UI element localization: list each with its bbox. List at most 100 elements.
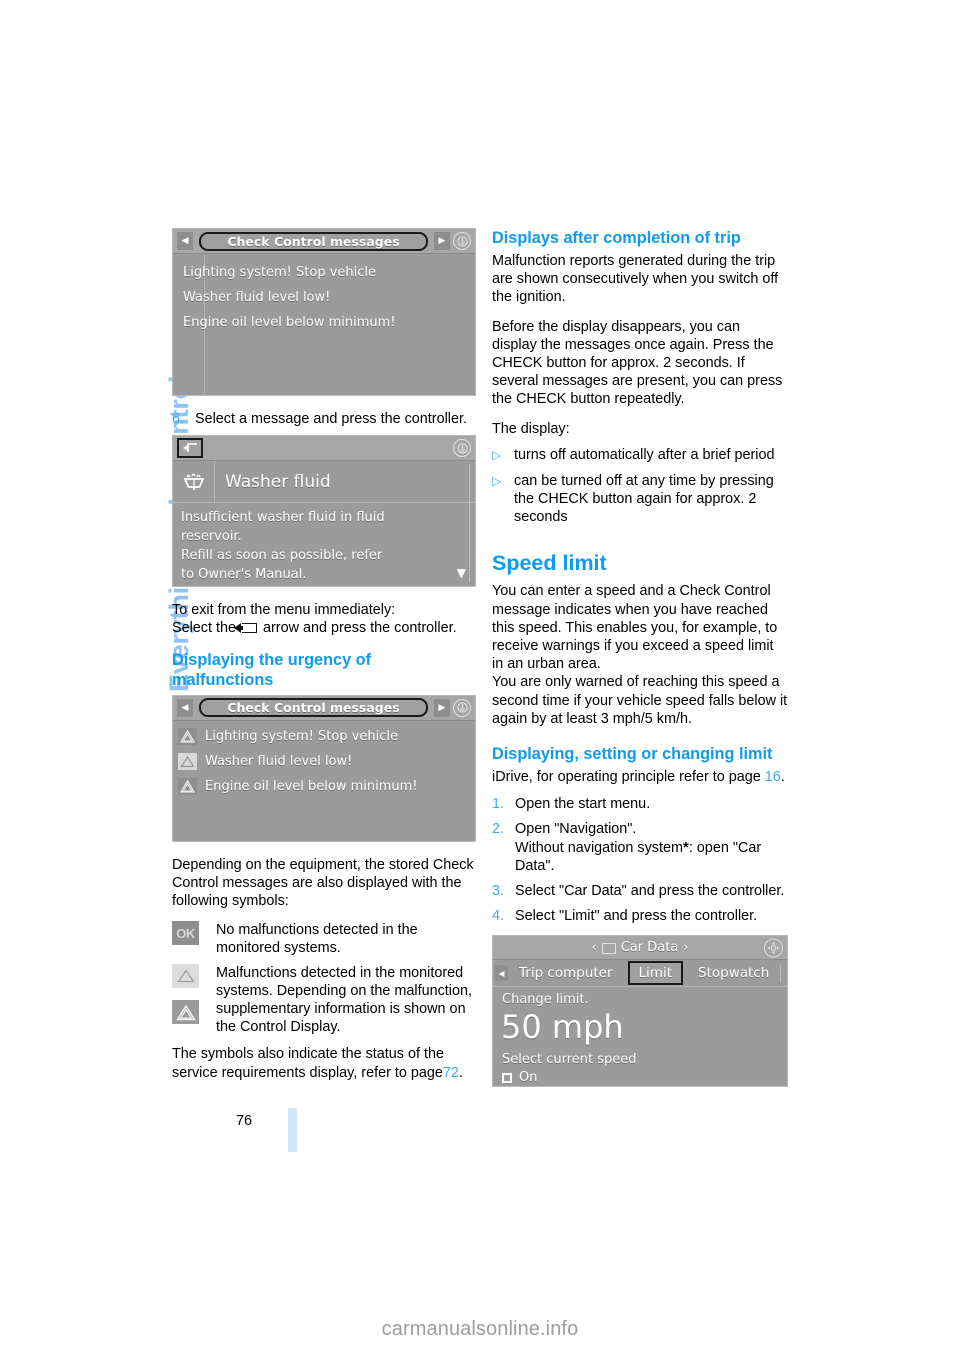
prev-arrow-icon[interactable]: ◀ [177,232,193,250]
exit-note-prefix: Select the [172,620,236,637]
body-line: reservoir. [181,529,242,545]
body-line: to Owner's Manual. [181,567,307,583]
info-circle-icon[interactable] [453,439,471,458]
list-item[interactable]: Washer fluid level low! [173,749,475,774]
screenshot-titlebar: ◀ Check Control messages ▶ [173,229,475,254]
on-toggle[interactable]: On [502,1070,787,1085]
step-text: Select "Limit" and press the controller. [515,908,758,925]
step-text: Select a message and press the controlle… [195,411,467,427]
ok-symbol-label: OK [176,925,195,941]
step-number: 2. [492,821,505,838]
idrive-note-period: . [780,769,785,786]
bullet-text: turns off automatically after a brief pe… [514,446,775,463]
page-reference[interactable]: 72 [443,1065,459,1081]
scroll-down-icon[interactable]: ▼ [457,566,466,580]
exit-note-suffix: arrow and press the controller. [263,620,457,637]
warning-triangle-dark-icon [172,1000,199,1025]
screenshot-car-data-limit: ‹ Car Data › ◀ Trip computer Limit Stopw… [492,935,788,1088]
symbol-row-ok: OK No malfunctions detected in the monit… [172,921,476,957]
message-text: Engine oil level below minimum! [183,315,396,330]
on-toggle-label: On [519,1070,538,1086]
folio-rule [288,1108,297,1152]
tab-stopwatch[interactable]: Stopwatch [687,965,780,981]
step-number: 3. [492,883,505,900]
symbol-cell [172,963,216,1000]
message-text: Washer fluid level low! [205,753,353,769]
washer-fluid-header: Washer fluid [173,460,475,504]
checkbox-icon[interactable] [502,1072,512,1083]
next-arrow-icon[interactable]: ▶ [434,698,450,717]
step-2-line-2a: Without navigation system [515,839,683,856]
step-number: 6. [172,411,185,427]
info-circle-icon[interactable] [453,698,471,717]
heading-displays-after-trip: Displays after completion of trip [492,229,741,247]
warning-triangle-light-icon [172,963,199,988]
warning-triangle-dark-icon [178,727,197,745]
page-reference[interactable]: 16 [765,769,781,785]
step-6: 6. Select a message and press the contro… [172,410,476,428]
left-column: ◀ Check Control messages ▶ Lighting syst… [172,228,476,1093]
prev-chevron-icon[interactable]: ‹ [592,940,597,955]
next-chevron-icon[interactable]: › [683,940,688,955]
screenshot-title[interactable]: Check Control messages [199,231,428,251]
page-number: 76 [236,1113,253,1129]
symbol-row-triangle-light: Malfunctions detected in the monitored s… [172,963,476,1000]
screenshot-urgency-messages: ◀ Check Control messages ▶ Lighting syst… [172,694,476,842]
next-arrow-icon[interactable]: ▶ [434,232,450,250]
message-text: Lighting system! Stop vehicle [183,265,377,280]
compass-icon[interactable] [764,938,783,958]
limit-panel: Change limit. 50 mph Select current spee… [493,987,787,1085]
manual-page: Everything under control ◀ Check Control… [0,0,960,1358]
list-item[interactable]: Lighting system! Stop vehicle [173,724,475,749]
list-item[interactable]: Engine oil level below minimum! [173,774,475,799]
bullet-item: ▷ can be turned off at any time by press… [492,472,788,527]
screenshot-title: Car Data [620,940,679,956]
body-line: Refill as soon as possible, refer [181,548,383,564]
bullet-text: can be turned off at any time by pressin… [514,472,774,526]
idrive-note: iDrive, for operating principle refer to… [492,768,788,786]
change-limit-label: Change limit. [502,992,589,1008]
select-current-speed-label[interactable]: Select current speed [502,1052,787,1067]
right-column: Displays after completion of trip Malfun… [492,228,788,1088]
back-arrow-icon[interactable] [177,438,203,459]
heading-urgency: Displaying the urgency of malfunctions [172,650,372,689]
closing-paragraph: The symbols also indicate the status of … [172,1045,476,1081]
ok-symbol-icon: OK [172,921,199,946]
paragraph-5: You are only warned of reaching this spe… [492,674,788,727]
limit-value[interactable]: 50 mph [501,1008,787,1046]
step-2: 2. Open "Navigation". Without navigation… [492,820,788,875]
message-text: Engine oil level below minimum! [205,778,418,794]
prev-arrow-icon[interactable]: ◀ [177,698,193,717]
list-item[interactable]: Engine oil level below minimum! [173,310,475,335]
list-separator [204,255,205,395]
info-circle-icon[interactable] [453,232,471,250]
screenshot-title[interactable]: Check Control messages [199,698,428,718]
closing-text: The symbols also indicate the status of … [172,1046,444,1081]
tab-divider [780,964,782,983]
back-arrow-icon [241,623,257,634]
list-item[interactable]: Lighting system! Stop vehicle [173,260,475,285]
monitor-icon [601,943,616,955]
step-2-line-2b: : open "Car [688,839,762,856]
message-text: Lighting system! Stop vehicle [205,728,399,744]
paragraph-3: The display: [492,420,570,437]
body-line: Insufficient washer fluid in fluid [181,510,385,526]
tab-limit[interactable]: Limit [627,961,683,986]
exit-note-line-1: To exit from the menu immediately: [172,602,396,619]
step-2-line-1: Open "Navigation". [515,821,637,838]
step-text: Open the start menu. [515,796,651,813]
washer-fluid-body: Insufficient washer fluid in fluid reser… [173,503,475,584]
screenshot-check-control-messages: ◀ Check Control messages ▶ Lighting syst… [172,228,476,396]
list-item[interactable]: Washer fluid level low! [173,285,475,310]
bullet-item: ▷ turns off automatically after a brief … [492,446,788,465]
screenshot-washer-fluid: Washer fluid Insufficient washer fluid i… [172,435,476,588]
scrollbar[interactable] [469,464,470,583]
washer-fluid-title: Washer fluid [225,471,331,492]
tab-prev-arrow-icon[interactable]: ◀ [495,965,508,982]
paragraph-2: Before the display disappears, you can d… [492,318,783,408]
warning-triangle-dark-icon [178,777,197,795]
screenshot-titlebar: ‹ Car Data › [493,936,787,961]
step-2-line-3: Data". [515,857,555,874]
heading-speed-limit: Speed limit [492,551,607,576]
tab-trip-computer[interactable]: Trip computer [508,965,624,981]
